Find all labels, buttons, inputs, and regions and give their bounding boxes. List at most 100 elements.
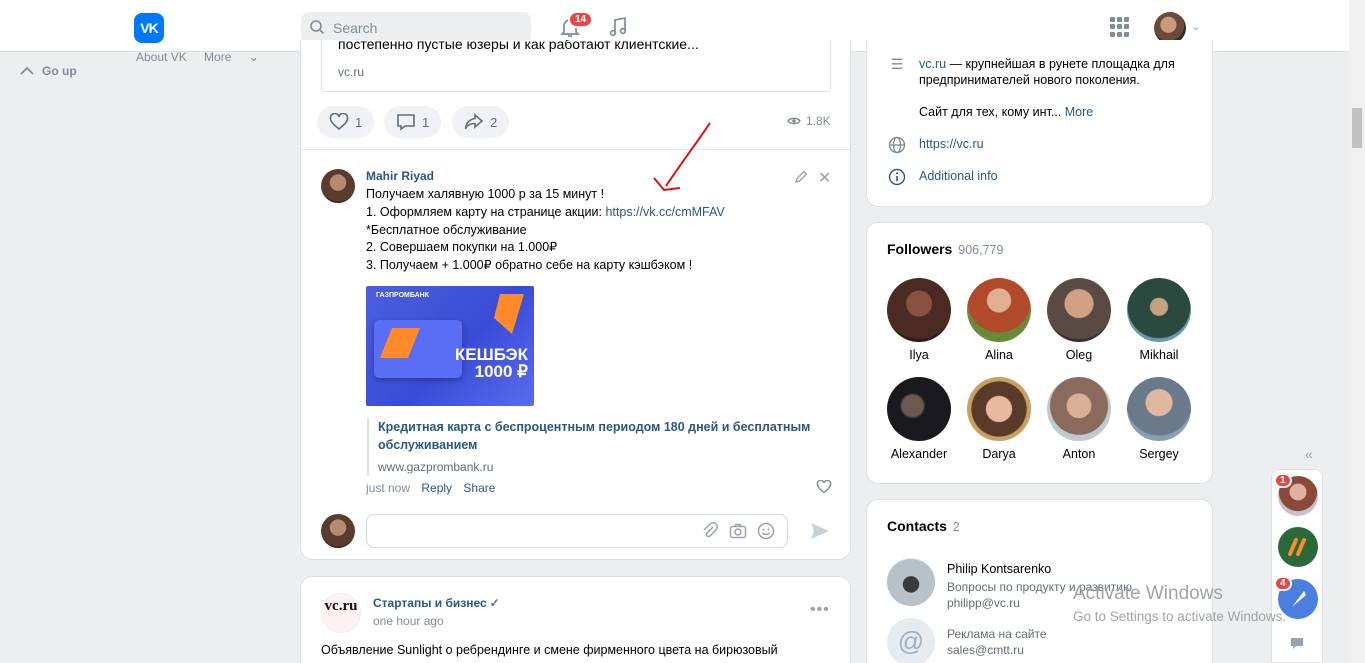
- collapse-chats-icon[interactable]: «: [1305, 446, 1313, 462]
- post-author[interactable]: Mahir Riyad: [366, 169, 434, 183]
- contact-avatar: [887, 558, 935, 606]
- eye-icon: [787, 117, 801, 125]
- follower-avatar: [1127, 278, 1191, 342]
- info-icon: [887, 168, 907, 189]
- attach-icon[interactable]: [701, 522, 719, 540]
- description-icon: ☰: [890, 56, 904, 72]
- edit-icon[interactable]: [794, 170, 808, 187]
- contacts-card: Contacts 2 Philip Kontsarenko Вопросы по…: [866, 499, 1213, 663]
- follower-item[interactable]: Mikhail: [1125, 278, 1193, 362]
- follower-avatar: [887, 377, 951, 441]
- at-icon: @: [887, 618, 935, 663]
- like-button[interactable]: 1: [317, 106, 375, 138]
- unread-badge: 1: [1274, 473, 1292, 488]
- search-icon: [309, 19, 325, 38]
- comment-icon: [397, 114, 415, 131]
- more-link[interactable]: More: [1065, 105, 1093, 119]
- comment-input[interactable]: [366, 514, 788, 548]
- attachment-title[interactable]: Кредитная карта с беспроцентным периодом…: [378, 418, 818, 454]
- follower-avatar: [1127, 377, 1191, 441]
- info-description: ☰ vc.ru — крупнейшая в рунете площадка д…: [887, 56, 1199, 120]
- music-icon[interactable]: [606, 15, 630, 39]
- link-domain: vc.ru: [338, 65, 365, 79]
- follower-avatar: [887, 278, 951, 342]
- camera-icon[interactable]: [729, 522, 747, 540]
- promo-image[interactable]: ГАЗПРОМБАНК КЕШБЭК 1000 ₽: [366, 286, 534, 406]
- chevron-up-icon: [20, 66, 34, 75]
- community-info-card: ☰ vc.ru — крупнейшая в рунете площадка д…: [866, 40, 1213, 207]
- reply-link[interactable]: Reply: [421, 481, 452, 495]
- side-chats-panel: 1 4: [1271, 469, 1323, 663]
- info-additional: Additional info: [887, 168, 998, 189]
- attachment-bar: [367, 418, 369, 476]
- messages-icon[interactable]: [1290, 636, 1304, 653]
- post-time: just now: [366, 481, 411, 495]
- website-link[interactable]: https://vc.ru: [919, 136, 984, 157]
- vk-logo[interactable]: VK: [134, 13, 164, 43]
- community-logo[interactable]: vc.ru: [321, 593, 361, 633]
- follower-avatar: [967, 377, 1031, 441]
- views-counter: 1.8K: [787, 114, 831, 128]
- commenter-avatar: [321, 514, 355, 548]
- follower-avatar: [1047, 377, 1111, 441]
- emoji-icon[interactable]: [757, 522, 775, 540]
- apps-grid-icon[interactable]: [1110, 17, 1130, 37]
- divider: [301, 149, 850, 150]
- contacts-title[interactable]: Contacts 2: [887, 518, 960, 534]
- about-vk-link[interactable]: About VK: [136, 50, 187, 64]
- follower-avatar: [1047, 278, 1111, 342]
- more-options-icon[interactable]: •••: [810, 601, 830, 619]
- heart-icon[interactable]: [816, 479, 832, 498]
- description-link[interactable]: vc.ru: [919, 57, 946, 71]
- additional-info-link[interactable]: Additional info: [919, 168, 998, 189]
- promo-shape: [494, 294, 524, 334]
- attachment-domain: www.gazprombank.ru: [378, 460, 494, 474]
- followers-title[interactable]: Followers 906,779: [887, 241, 1003, 257]
- windows-watermark: Activate Windows: [1073, 583, 1223, 604]
- info-website: https://vc.ru: [887, 136, 984, 157]
- chevron-down-icon[interactable]: ⌄: [1191, 20, 1200, 33]
- send-icon[interactable]: [809, 520, 831, 547]
- follower-item[interactable]: Ilya: [885, 278, 953, 362]
- scrollbar[interactable]: [1349, 0, 1365, 663]
- notifications-badge: 14: [568, 11, 594, 28]
- windows-watermark-sub: Go to Settings to activate Windows.: [1073, 609, 1287, 624]
- follower-item[interactable]: Alexander: [885, 377, 953, 461]
- follower-item[interactable]: Alina: [965, 278, 1033, 362]
- followers-card: Followers 906,779 Ilya Alina Oleg Mikhai…: [866, 222, 1213, 484]
- post-meta: just now Reply Share: [366, 481, 503, 495]
- promo-brand: ГАЗПРОМБАНК: [376, 292, 429, 299]
- red-arrow-annotation: [653, 122, 711, 192]
- post-time: one hour ago: [373, 614, 444, 628]
- link-title: постепенно пустые юзеры и как работают к…: [338, 40, 699, 52]
- share-icon: [464, 113, 484, 130]
- chat-avatar[interactable]: [1278, 527, 1318, 567]
- share-button[interactable]: 2: [452, 106, 510, 138]
- contact-name: Philip Kontsarenko: [947, 562, 1052, 576]
- author-avatar[interactable]: [321, 169, 355, 203]
- scrollbar-thumb[interactable]: [1352, 108, 1362, 148]
- share-link[interactable]: Share: [463, 481, 495, 495]
- verified-icon: ✓: [489, 596, 500, 610]
- follower-avatar: [967, 278, 1031, 342]
- globe-icon: [887, 136, 907, 157]
- feed-card: vc.ru Стартапы и бизнес ✓ one hour ago ••…: [300, 576, 851, 663]
- go-up-button[interactable]: Go up: [20, 64, 77, 78]
- promo-cashback: КЕШБЭК 1000 ₽: [454, 345, 528, 381]
- follower-item[interactable]: Sergey: [1125, 377, 1193, 461]
- heart-icon: [329, 113, 349, 131]
- more-link[interactable]: More ⌄: [204, 50, 259, 64]
- post-text: Объявление Sunlight о ребрендинге и смен…: [321, 643, 778, 657]
- close-icon[interactable]: ✕: [818, 168, 831, 188]
- follower-item[interactable]: Anton: [1045, 377, 1113, 461]
- community-name[interactable]: Стартапы и бизнес ✓: [373, 596, 500, 610]
- follower-item[interactable]: Oleg: [1045, 278, 1113, 362]
- unread-badge: 4: [1274, 576, 1292, 591]
- search-placeholder: Search: [333, 20, 378, 36]
- footer-links: About VK More ⌄: [136, 50, 273, 64]
- comment-button[interactable]: 1: [384, 106, 442, 138]
- post-text: Получаем халявную 1000 р за 15 минут ! 1…: [366, 187, 725, 273]
- follower-item[interactable]: Darya: [965, 377, 1033, 461]
- post-link[interactable]: https://vk.cc/cmMFAV: [605, 205, 724, 219]
- link-snippet[interactable]: постепенно пустые юзеры и как работают к…: [321, 40, 831, 92]
